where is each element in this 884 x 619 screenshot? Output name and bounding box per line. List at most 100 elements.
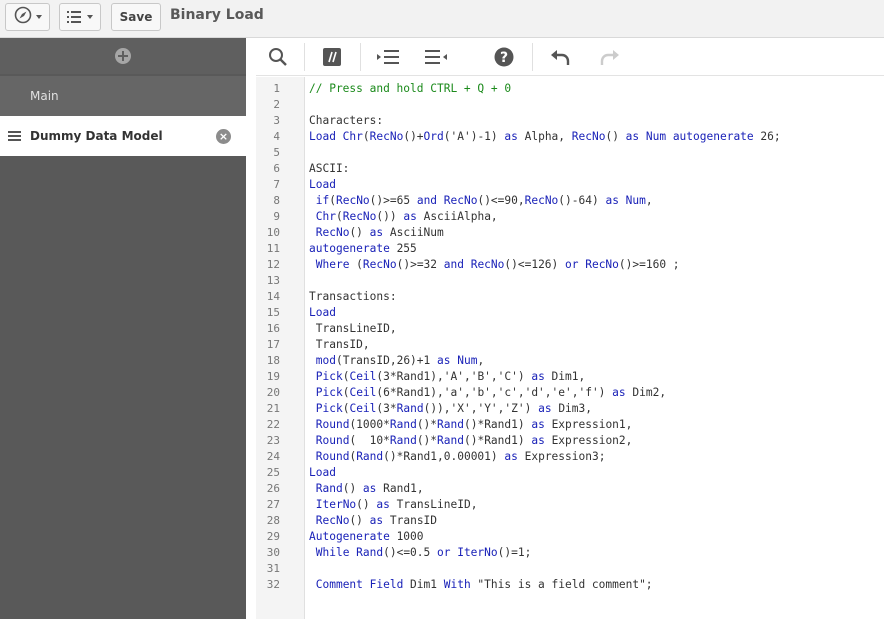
code-token: , bbox=[645, 194, 653, 207]
code-line: Pick(Ceil(3*Rand1),'A','B','C') as Dim1, bbox=[309, 369, 585, 385]
code-token: Expression2, bbox=[544, 434, 633, 447]
keyword-token: Ceil bbox=[349, 386, 377, 399]
save-button[interactable]: Save bbox=[111, 3, 161, 31]
line-number: 28 bbox=[266, 514, 280, 527]
list-icon bbox=[67, 8, 83, 27]
code-token: ()) bbox=[376, 210, 404, 223]
keyword-token: Rand bbox=[396, 402, 424, 415]
code-token: ()<=90, bbox=[477, 194, 525, 207]
code-token: , bbox=[477, 354, 485, 367]
code-line: // Press and hold CTRL + Q + 0 bbox=[309, 81, 511, 97]
code-token: ()*Rand1) bbox=[463, 418, 532, 431]
keyword-token: as Num bbox=[605, 194, 646, 207]
keyword-token: as bbox=[369, 226, 384, 239]
keyword-token: Load bbox=[309, 466, 336, 479]
keyword-token: RecNo bbox=[342, 210, 377, 223]
toolbar-divider bbox=[532, 43, 533, 71]
keyword-token: RecNo bbox=[315, 226, 350, 239]
code-token: () bbox=[342, 482, 363, 495]
code-token: TransLineID, bbox=[389, 498, 478, 511]
sheet-list-button[interactable] bbox=[59, 3, 101, 31]
keyword-token: if bbox=[315, 194, 330, 207]
code-token: ()>=65 bbox=[369, 194, 417, 207]
line-number: 25 bbox=[266, 466, 280, 479]
line-number: 8 bbox=[273, 194, 280, 207]
code-token: ()),'X','Y','Z') bbox=[423, 402, 539, 415]
keyword-token: autogenerate bbox=[309, 242, 390, 255]
code-line: Load bbox=[309, 305, 336, 321]
code-token: Characters: bbox=[309, 114, 384, 127]
sidebar-item-main[interactable]: Main bbox=[0, 76, 246, 116]
chevron-down-icon bbox=[87, 15, 93, 19]
line-number: 5 bbox=[273, 146, 280, 159]
code-token: 255 bbox=[389, 242, 417, 255]
keyword-token: Chr bbox=[315, 210, 336, 223]
keyword-token: or IterNo bbox=[437, 546, 498, 559]
script-editor[interactable]: // Press and hold CTRL + Q + 0 Characters… bbox=[305, 77, 884, 619]
keyword-token: as bbox=[504, 130, 518, 143]
help-icon[interactable]: ? bbox=[490, 43, 518, 71]
keyword-token: Ceil bbox=[349, 370, 377, 383]
keyword-token: Comment Field bbox=[315, 578, 404, 591]
code-token: (1000* bbox=[349, 418, 390, 431]
redo-icon[interactable] bbox=[596, 43, 624, 71]
navigation-menu-button[interactable] bbox=[5, 3, 50, 31]
line-number: 18 bbox=[266, 354, 280, 367]
code-token: ()-64) bbox=[558, 194, 606, 207]
code-token: Alpha, bbox=[517, 130, 572, 143]
line-number: 1 bbox=[273, 82, 280, 95]
code-line: if(RecNo()>=65 and RecNo()<=90,RecNo()-6… bbox=[309, 193, 653, 209]
line-number: 7 bbox=[273, 178, 280, 191]
code-token: 1000 bbox=[389, 530, 424, 543]
code-token: ()<=126) bbox=[504, 258, 566, 271]
sidebar-item-dummy-data-model[interactable]: Dummy Data Model × bbox=[0, 116, 246, 156]
keyword-token: While Rand bbox=[315, 546, 384, 559]
keyword-token: RecNo bbox=[524, 194, 559, 207]
outdent-icon[interactable] bbox=[422, 43, 450, 71]
code-token: TransLineID, bbox=[309, 322, 397, 335]
search-icon[interactable] bbox=[264, 43, 292, 71]
code-line: RecNo() as AsciiNum bbox=[309, 225, 444, 241]
keyword-token: Autogenerate bbox=[309, 530, 390, 543]
code-line: Load Chr(RecNo()+Ord('A')-1) as Alpha, R… bbox=[309, 129, 781, 145]
keyword-token: as bbox=[504, 450, 518, 463]
drag-handle-icon[interactable] bbox=[8, 131, 21, 141]
code-token: Rand1, bbox=[376, 482, 424, 495]
undo-icon[interactable] bbox=[546, 43, 574, 71]
keyword-token: With bbox=[443, 578, 471, 591]
keyword-token: as bbox=[403, 210, 417, 223]
sidebar: Main Dummy Data Model × bbox=[0, 38, 246, 619]
indent-icon[interactable] bbox=[374, 43, 402, 71]
code-token: ( bbox=[335, 210, 343, 223]
code-line: Pick(Ceil(6*Rand1),'a','b','c','d','e','… bbox=[309, 385, 666, 401]
code-line: TransLineID, bbox=[309, 321, 397, 337]
add-section-button[interactable] bbox=[0, 38, 246, 74]
comment-icon[interactable] bbox=[318, 43, 346, 71]
line-number: 15 bbox=[266, 306, 280, 319]
code-line: Chr(RecNo()) as AsciiAlpha, bbox=[309, 209, 498, 225]
line-number: 6 bbox=[273, 162, 280, 175]
keyword-token: Round bbox=[315, 450, 350, 463]
keyword-token: as bbox=[531, 434, 545, 447]
code-token: "This is a field comment"; bbox=[470, 578, 653, 591]
code-token: Dim1, bbox=[544, 370, 586, 383]
line-number: 31 bbox=[266, 562, 280, 575]
line-number: 9 bbox=[273, 210, 280, 223]
code-token: (3*Rand1),'A','B','C') bbox=[376, 370, 532, 383]
sidebar-item-label: Main bbox=[30, 89, 59, 103]
code-line: Autogenerate 1000 bbox=[309, 529, 424, 545]
line-number: 4 bbox=[273, 130, 280, 143]
close-icon[interactable]: × bbox=[216, 129, 231, 144]
line-number: 19 bbox=[266, 370, 280, 383]
code-line: TransID, bbox=[309, 337, 370, 353]
code-line: While Rand()<=0.5 or IterNo()=1; bbox=[309, 545, 532, 561]
keyword-token: Load Chr bbox=[309, 130, 363, 143]
